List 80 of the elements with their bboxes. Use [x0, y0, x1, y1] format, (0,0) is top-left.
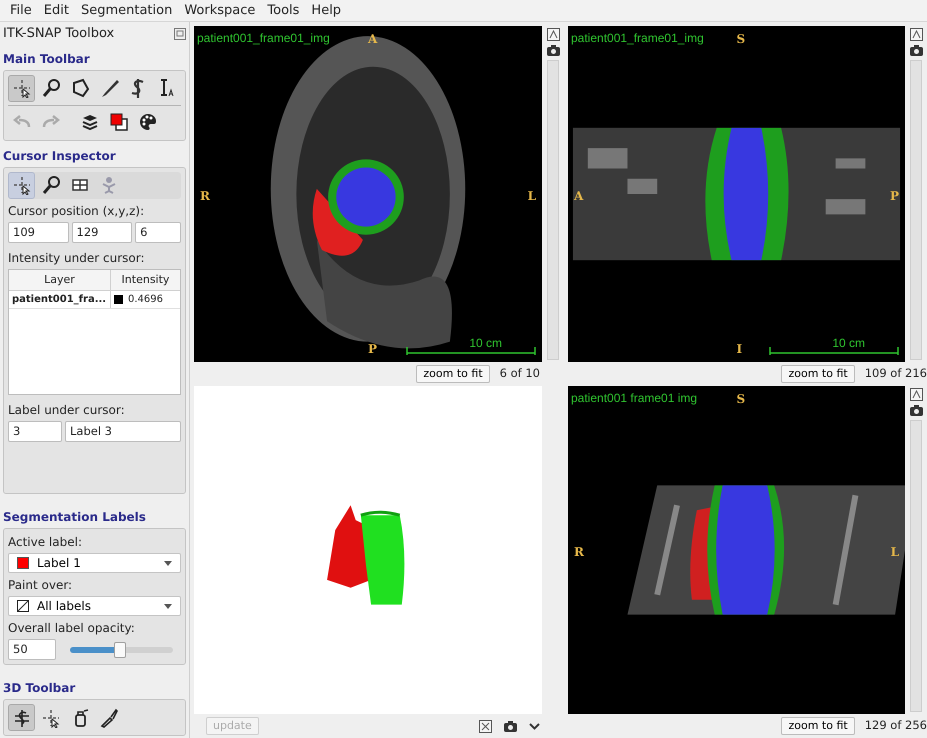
color-squares-icon: [108, 112, 128, 132]
orientation-label: A: [574, 188, 584, 206]
orientation-label: P: [890, 188, 899, 206]
orientation-label: R: [574, 544, 584, 562]
orientation-label: A: [368, 31, 378, 48]
zoom-to-fit-button[interactable]: zoom to fit: [781, 716, 855, 736]
magnifier-icon: [40, 175, 60, 196]
palette-icon: [138, 112, 158, 132]
zoom-to-fit-button[interactable]: zoom to fit: [416, 364, 490, 384]
coordinate-field[interactable]: 6: [135, 222, 182, 243]
camera-icon: [910, 405, 922, 416]
table-cell-text: 0.4696: [128, 293, 163, 308]
label-id-field[interactable]: 3: [8, 420, 62, 442]
section-heading: Main Toolbar: [3, 50, 91, 68]
menu-item[interactable]: Segmentation: [74, 0, 178, 20]
layout-icon: [546, 28, 560, 41]
layout-icon: [479, 720, 492, 732]
caret-icon: [164, 560, 172, 566]
label-name-field[interactable]: Label 3: [65, 420, 181, 442]
menu-item[interactable]: Edit: [38, 0, 75, 20]
orientation-label: R: [200, 188, 210, 206]
crosshair-tool-button[interactable]: [8, 172, 35, 199]
zoom-to-fit-button[interactable]: zoom to fit: [781, 364, 855, 384]
scalpel-icon: [98, 708, 118, 728]
crosshair-icon: [12, 175, 32, 196]
rotate-tool-button[interactable]: [8, 704, 35, 731]
section-heading: Cursor Inspector: [3, 148, 117, 165]
menu-item[interactable]: Workspace: [178, 0, 262, 20]
image-name: patient001_frame01_img: [197, 30, 330, 47]
column-header: Layer: [9, 270, 111, 290]
paint-over-dropdown[interactable]: All labels: [8, 596, 181, 616]
orientation-label: L: [890, 544, 899, 562]
scrollbar[interactable]: [547, 60, 559, 360]
orientation-label: P: [368, 341, 378, 358]
camera-icon: [546, 45, 560, 56]
orientation-label: L: [528, 188, 536, 206]
orientation-label: S: [736, 391, 746, 408]
section-heading: Segmentation Labels: [3, 509, 147, 526]
field-label: Active label:: [8, 534, 83, 551]
image-name: patient001 frame01 img: [571, 390, 698, 407]
field-label: Overall label opacity:: [8, 620, 136, 637]
chevron-down-icon: [529, 722, 540, 730]
orientation-label: S: [736, 31, 746, 48]
scrollbar[interactable]: [910, 60, 922, 360]
slice-counter: 6 of 10: [500, 365, 540, 382]
crosshair-icon: [12, 78, 32, 98]
orientation-label: I: [736, 341, 742, 358]
caret-icon: [164, 604, 172, 608]
opacity-field[interactable]: 50: [8, 639, 56, 660]
crosshair-icon: [40, 708, 60, 728]
coordinate-field[interactable]: 129: [72, 222, 132, 243]
field-label: Cursor position (x,y,z):: [8, 202, 146, 220]
float-window-icon: [174, 28, 186, 40]
field-label: Paint over:: [8, 577, 74, 594]
menu-item[interactable]: Tools: [261, 0, 306, 20]
field-label: Label under cursor:: [8, 402, 126, 419]
menu-item[interactable]: File: [4, 0, 38, 20]
scrollbar[interactable]: [910, 420, 922, 712]
layers-icon: [80, 112, 100, 132]
image-name: patient001_frame01_img: [571, 30, 704, 47]
scale-label: 10 cm: [832, 335, 865, 352]
slice-counter: 129 of 256: [864, 717, 927, 734]
magnifier-icon: [40, 78, 60, 98]
scale-label: 10 cm: [469, 335, 502, 352]
camera-icon: [504, 720, 517, 732]
table-cell: patient001_fra...: [9, 291, 111, 308]
column-header: Intensity: [120, 272, 170, 288]
slice-counter: 109 of 216: [864, 365, 927, 382]
toolbox-title: ITK-SNAP Toolbox: [3, 25, 114, 44]
slider-thumb[interactable]: [114, 642, 126, 658]
camera-icon: [910, 45, 922, 56]
all-labels-icon: [17, 600, 29, 612]
coordinate-field[interactable]: 109: [8, 222, 69, 243]
section-heading: 3D Toolbar: [3, 680, 76, 697]
layout-icon: [910, 388, 922, 401]
layout-icon: [910, 28, 922, 41]
crosshair-tool-button[interactable]: [8, 74, 35, 102]
field-label: Intensity under cursor:: [8, 250, 146, 267]
active-label-dropdown[interactable]: Label 1: [8, 553, 181, 573]
menu-item[interactable]: Help: [305, 0, 348, 20]
